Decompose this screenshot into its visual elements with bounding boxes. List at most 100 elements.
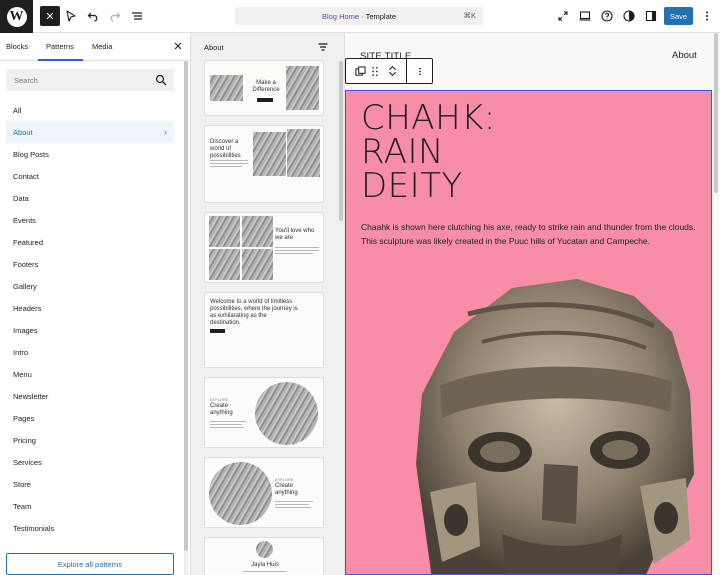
- text-line: [210, 163, 248, 164]
- settings-button[interactable]: [641, 6, 661, 26]
- text-line: [210, 427, 244, 428]
- save-button[interactable]: Save: [664, 7, 693, 25]
- category-item-team[interactable]: Team: [6, 495, 174, 517]
- sculpture-image: [210, 75, 243, 101]
- canvas-scrollbar[interactable]: [712, 33, 720, 575]
- pattern-button-shape: [210, 329, 225, 333]
- scrollbar-thumb[interactable]: [714, 33, 718, 193]
- close-icon: ✕: [45, 10, 55, 23]
- text-line: [275, 253, 313, 254]
- pattern-button-shape: [257, 98, 273, 102]
- pattern-preview[interactable]: Discover a world of possibilities: [204, 125, 324, 203]
- styles-button[interactable]: [619, 6, 639, 26]
- document-overview-button[interactable]: [127, 6, 147, 26]
- category-item-gallery[interactable]: Gallery: [6, 275, 174, 297]
- scrollbar-thumb[interactable]: [184, 61, 188, 551]
- help-icon: [601, 10, 613, 22]
- contrast-icon: [623, 10, 635, 22]
- sculpture-image: [255, 382, 318, 445]
- category-label: Intro: [13, 347, 29, 357]
- explore-all-patterns-button[interactable]: Explore all patterns: [6, 553, 174, 575]
- pattern-heading: Welcome to a world of limitless possibil…: [210, 299, 298, 326]
- category-item-pages[interactable]: Pages: [6, 407, 174, 429]
- tab-media[interactable]: Media: [92, 42, 112, 51]
- options-menu-button[interactable]: [697, 6, 717, 26]
- chevron-down-icon[interactable]: [388, 71, 397, 77]
- category-item-pricing[interactable]: Pricing: [6, 429, 174, 451]
- category-item-about[interactable]: About ›: [6, 121, 174, 143]
- pattern-preview[interactable]: You'll love who we are: [204, 212, 324, 283]
- text-line: [275, 507, 311, 508]
- editor-canvas: SITE TITLE About CHAHK: RAIN DEITY Chaah…: [345, 33, 712, 575]
- help-button[interactable]: [597, 6, 617, 26]
- category-item-events[interactable]: Events: [6, 209, 174, 231]
- pattern-preview[interactable]: Make a Difference: [204, 60, 324, 116]
- sculpture-image: [287, 129, 320, 177]
- sculpture-image[interactable]: [372, 274, 710, 575]
- category-item-footers[interactable]: Footers: [6, 253, 174, 275]
- pointer-icon: [66, 10, 76, 22]
- category-item-all[interactable]: All: [6, 99, 174, 121]
- navigation-link-about[interactable]: About: [672, 50, 697, 61]
- active-tab-indicator: [38, 59, 83, 61]
- close-sidebar-button[interactable]: ✕: [172, 40, 184, 54]
- hero-description[interactable]: Chaahk is shown here clutching his axe, …: [361, 220, 696, 248]
- redo-icon: [110, 12, 121, 22]
- category-item-menu[interactable]: Menu: [6, 363, 174, 385]
- search-input[interactable]: [6, 69, 146, 91]
- hero-heading[interactable]: CHAHK: RAIN DEITY: [361, 101, 561, 203]
- more-vertical-icon: [706, 11, 708, 21]
- zoom-out-button[interactable]: [553, 6, 573, 26]
- device-preview-button[interactable]: [575, 6, 595, 26]
- redo-button[interactable]: [105, 6, 125, 26]
- category-item-testimonials[interactable]: Testimonials: [6, 517, 174, 539]
- tab-blocks[interactable]: Blocks: [6, 42, 28, 51]
- select-tool-button[interactable]: [61, 6, 81, 26]
- group-block-icon: [354, 65, 366, 76]
- pattern-preview[interactable]: Jayla Huis: [204, 537, 324, 575]
- tab-patterns[interactable]: Patterns: [46, 42, 74, 51]
- list-view-icon: [132, 12, 142, 20]
- undo-button[interactable]: [83, 6, 103, 26]
- inserter-tabs: Blocks Patterns Media ✕: [0, 33, 190, 61]
- block-toolbar: [345, 58, 433, 84]
- pattern-preview[interactable]: EXPLORE Create anything: [204, 377, 324, 448]
- category-item-blog-posts[interactable]: Blog Posts: [6, 143, 174, 165]
- wordpress-logo-button[interactable]: W: [0, 0, 33, 33]
- pattern-preview[interactable]: EXPLORE Create anything: [204, 457, 324, 528]
- document-title: Blog Home: [321, 11, 360, 21]
- category-item-contact[interactable]: Contact: [6, 165, 174, 187]
- panel-scrollbar[interactable]: [339, 61, 343, 575]
- close-inserter-button[interactable]: ✕: [40, 6, 60, 26]
- hero-cover-block[interactable]: CHAHK: RAIN DEITY Chaahk is shown here c…: [345, 90, 712, 575]
- category-label: Newsletter: [13, 391, 49, 401]
- move-block-buttons[interactable]: [384, 59, 400, 83]
- search-icon[interactable]: [155, 74, 167, 86]
- scrollbar-thumb[interactable]: [339, 61, 343, 221]
- category-item-headers[interactable]: Headers: [6, 297, 174, 319]
- category-item-images[interactable]: Images: [6, 319, 174, 341]
- text-line: [275, 250, 319, 251]
- category-label: Gallery: [13, 281, 37, 291]
- sidebar-scrollbar[interactable]: [184, 61, 188, 575]
- category-label: Testimonials: [13, 523, 55, 533]
- category-label: Featured: [13, 237, 44, 247]
- category-label: Pricing: [13, 435, 36, 445]
- hero-heading-line: RAIN: [361, 132, 444, 172]
- filter-icon[interactable]: [317, 41, 329, 53]
- category-item-featured[interactable]: Featured: [6, 231, 174, 253]
- category-item-newsletter[interactable]: Newsletter: [6, 385, 174, 407]
- pattern-preview[interactable]: Welcome to a world of limitless possibil…: [204, 292, 324, 368]
- category-item-store[interactable]: Store: [6, 473, 174, 495]
- command-palette-bar[interactable]: Blog Home · Template ⌘K: [235, 7, 483, 25]
- hero-heading-line: DEITY: [361, 166, 463, 206]
- sculpture-image: [209, 462, 272, 525]
- drag-handle[interactable]: [368, 59, 382, 83]
- block-type-button[interactable]: [350, 59, 370, 83]
- category-item-services[interactable]: Services: [6, 451, 174, 473]
- category-label: Blog Posts: [13, 149, 49, 159]
- category-item-data[interactable]: Data: [6, 187, 174, 209]
- category-item-intro[interactable]: Intro: [6, 341, 174, 363]
- pattern-category-list: All About › Blog Posts Contact Data Event…: [6, 99, 174, 539]
- block-options-button[interactable]: [410, 59, 430, 83]
